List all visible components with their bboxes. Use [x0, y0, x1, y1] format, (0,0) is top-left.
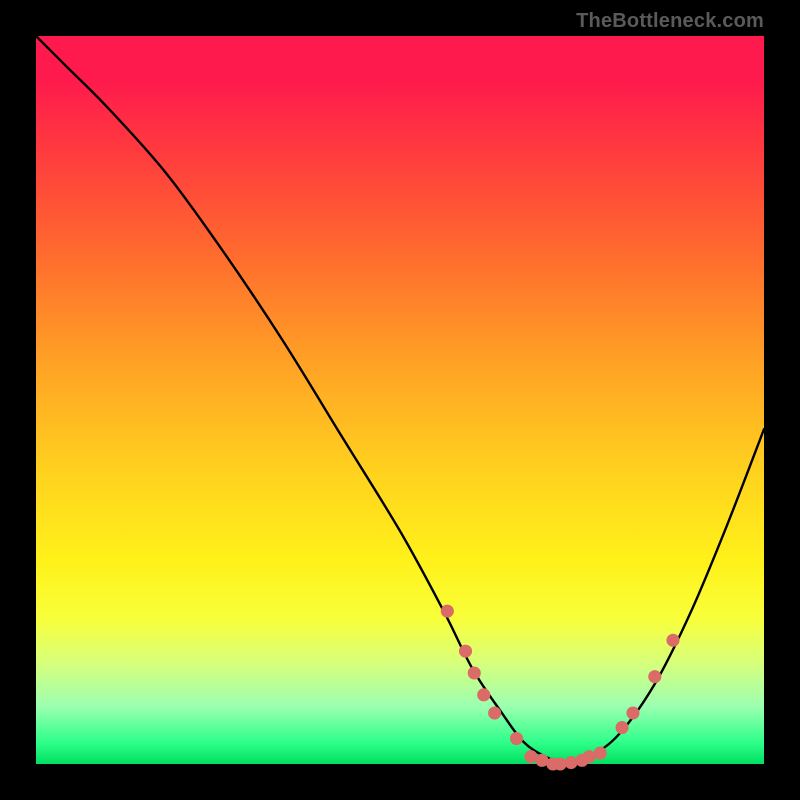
curve-marker: [477, 688, 490, 701]
curve-marker: [626, 706, 639, 719]
curve-marker: [468, 666, 481, 679]
curve-marker: [666, 634, 679, 647]
curve-marker: [565, 756, 578, 769]
curve-marker: [441, 605, 454, 618]
chart-frame: TheBottleneck.com: [0, 0, 800, 800]
curve-marker: [510, 732, 523, 745]
plot-area: [36, 36, 764, 764]
curve-marker: [459, 645, 472, 658]
curve-marker: [648, 670, 661, 683]
chart-svg: [36, 36, 764, 764]
attribution-label: TheBottleneck.com: [576, 10, 764, 33]
curve-marker: [488, 706, 501, 719]
marker-layer: [441, 605, 680, 771]
curve-marker: [615, 721, 628, 734]
curve-marker: [594, 747, 607, 760]
bottleneck-curve-path: [36, 36, 764, 764]
